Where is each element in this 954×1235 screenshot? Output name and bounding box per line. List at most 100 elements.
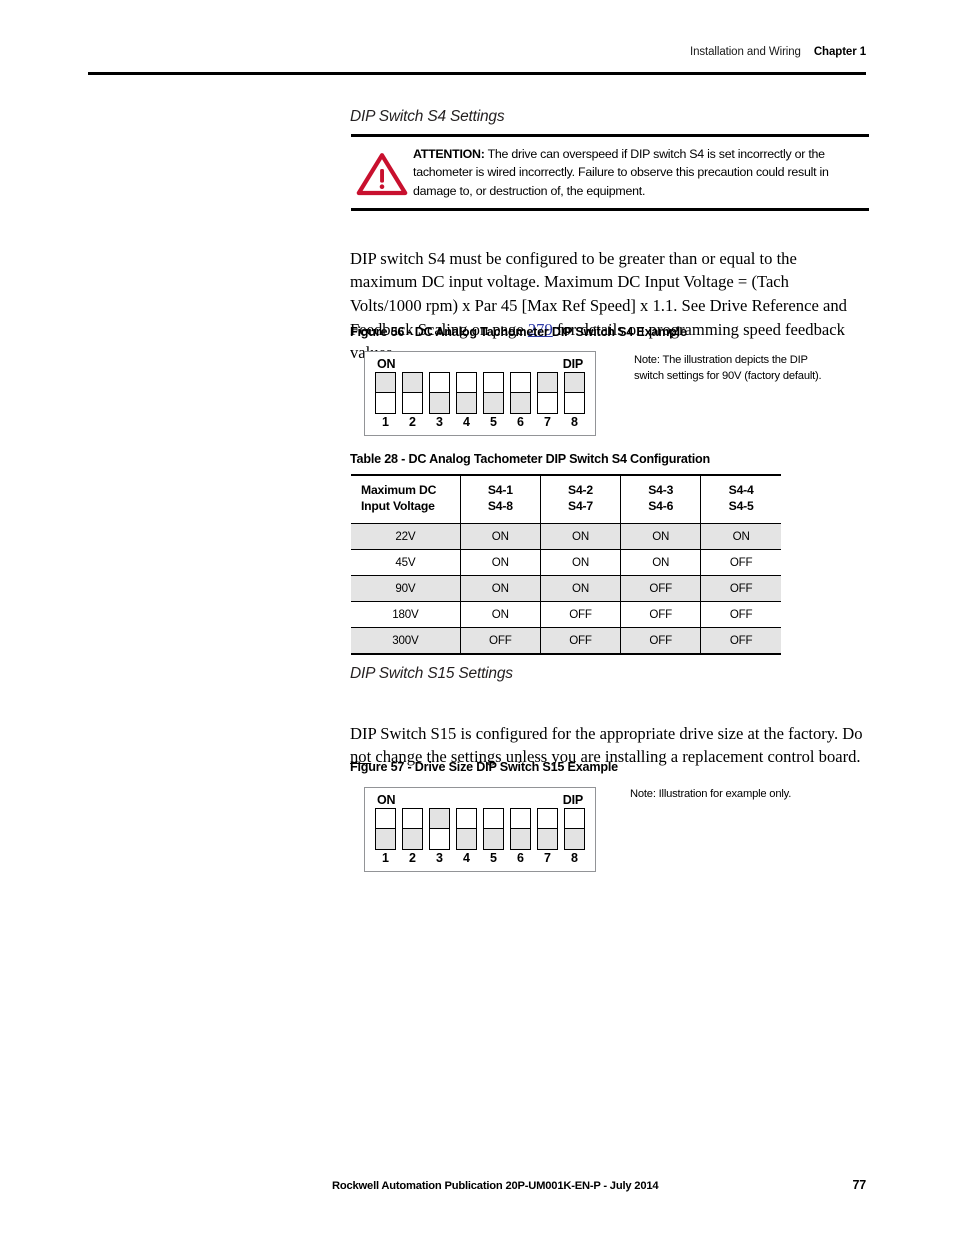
dip-switch-s4-1[interactable]: 1: [375, 372, 396, 429]
dip-switch-s15-2[interactable]: 2: [402, 808, 423, 865]
dip-switch-s15-7[interactable]: 7: [537, 808, 558, 865]
dip-switch-s15-row: 1 2 3 4 5 6 7 8: [375, 808, 585, 865]
cell-s4-2-7: ON: [539, 575, 621, 602]
document-page: Installation and Wiring Chapter 1 DIP Sw…: [0, 0, 954, 1235]
table-row: 300V OFF OFF OFF OFF: [351, 627, 781, 655]
header-line-1: S4-1: [487, 483, 513, 497]
cell-s4-3-6: ON: [620, 549, 701, 576]
header-line-2: Input Voltage: [361, 499, 435, 514]
cell-s4-3-6: OFF: [620, 601, 701, 628]
table-row: 45V ON ON ON OFF: [351, 549, 781, 576]
cell-voltage: 22V: [351, 523, 461, 550]
figure-56-dip-switch-s4: ON DIP 1 2 3 4 5 6 7 8: [364, 351, 596, 436]
dip-empty-up: [511, 809, 530, 829]
figure-57-caption: Figure 57 - Drive Size DIP Switch S15 Ex…: [350, 760, 618, 774]
dip-slot: [375, 808, 396, 850]
dip-lever-down: [484, 393, 503, 413]
footer-publication-text: Rockwell Automation Publication 20P-UM00…: [332, 1180, 659, 1192]
page-footer: Rockwell Automation Publication 20P-UM00…: [332, 1178, 866, 1192]
attention-body: ATTENTION: The drive can overspeed if DI…: [351, 137, 869, 209]
header-line-2: S4-8: [487, 499, 513, 514]
cell-s4-1-8: ON: [459, 601, 541, 628]
attention-bottom-rule: [351, 208, 869, 211]
cell-voltage: 300V: [351, 627, 461, 655]
dip-empty-up: [484, 373, 503, 393]
dip-slot: [564, 372, 585, 414]
dip-on-label: ON: [377, 357, 396, 371]
dip-switch-number: 1: [382, 851, 389, 865]
dip-slot: [402, 808, 423, 850]
dip-switch-s4-8[interactable]: 8: [564, 372, 585, 429]
dip-switch-s4-3[interactable]: 3: [429, 372, 450, 429]
dip-switch-number: 4: [463, 851, 470, 865]
cell-s4-4-5: OFF: [700, 549, 781, 576]
dip-lever-up: [403, 373, 422, 393]
dip-switch-number: 1: [382, 415, 389, 429]
cell-s4-2-7: OFF: [539, 601, 621, 628]
attention-label: ATTENTION:: [413, 146, 485, 161]
cell-s4-1-8: OFF: [459, 627, 541, 655]
cell-s4-2-7: ON: [539, 549, 621, 576]
dip-switch-s15-5[interactable]: 5: [483, 808, 504, 865]
dip-on-label: ON: [377, 793, 396, 807]
dip-switch-s15-6[interactable]: 6: [510, 808, 531, 865]
header-line-1: S4-2: [568, 483, 593, 497]
table-header-cell-s4-1-8: S4-1 S4-8: [459, 473, 541, 524]
dip-empty-down: [376, 393, 395, 413]
dip-switch-s4-labels: ON DIP: [375, 357, 585, 372]
dip-switch-s4-2[interactable]: 2: [402, 372, 423, 429]
section-heading-s4: DIP Switch S4 Settings: [350, 108, 505, 125]
dip-empty-up: [376, 809, 395, 829]
dip-slot: [429, 808, 450, 850]
cell-voltage: 180V: [351, 601, 461, 628]
dip-lever-down: [457, 393, 476, 413]
cell-s4-4-5: OFF: [700, 601, 781, 628]
dip-switch-s4-4[interactable]: 4: [456, 372, 477, 429]
attention-callout: ATTENTION: The drive can overspeed if DI…: [351, 134, 869, 211]
table-row: 22V ON ON ON ON: [351, 523, 781, 550]
dip-switch-s4-6[interactable]: 6: [510, 372, 531, 429]
cell-s4-3-6: ON: [620, 523, 701, 550]
dip-slot: [537, 372, 558, 414]
dip-switch-s15-body: ON DIP 1 2 3 4 5 6 7 8: [364, 787, 596, 872]
dip-switch-s15-labels: ON DIP: [375, 793, 585, 808]
paragraph-s4: DIP switch S4 must be configured to be g…: [350, 247, 862, 366]
attention-text: ATTENTION: The drive can overspeed if DI…: [413, 145, 869, 202]
dip-lever-up: [538, 373, 557, 393]
figure-57-dip-switch-s15: ON DIP 1 2 3 4 5 6 7 8: [364, 787, 596, 872]
warning-triangle-icon: [351, 145, 413, 196]
dip-switch-s15-4[interactable]: 4: [456, 808, 477, 865]
cell-s4-4-5: OFF: [700, 627, 781, 655]
figure-56-note: Note: The illustration depicts the DIP s…: [634, 354, 822, 382]
dip-switch-number: 8: [571, 415, 578, 429]
dip-switch-s15-8[interactable]: 8: [564, 808, 585, 865]
header-section-title: Installation and Wiring: [690, 46, 801, 58]
cell-voltage: 45V: [351, 549, 461, 576]
dip-slot: [564, 808, 585, 850]
dip-lever-down: [538, 829, 557, 849]
header-line-1: Maximum DC: [361, 483, 437, 497]
dip-switch-s4-5[interactable]: 5: [483, 372, 504, 429]
dip-lever-down: [484, 829, 503, 849]
dip-slot: [402, 372, 423, 414]
paragraph-s15-text-before: DIP Switch S15 is configured for the app…: [350, 723, 863, 743]
dip-switch-s15-3[interactable]: 3: [429, 808, 450, 865]
footer-page-number: 77: [852, 1178, 866, 1192]
dip-switch-s4-body: ON DIP 1 2 3 4 5 6 7 8: [364, 351, 596, 436]
header-divider-rule: [88, 72, 866, 75]
dip-switch-s15-1[interactable]: 1: [375, 808, 396, 865]
dip-lever-down: [565, 829, 584, 849]
page-header: Installation and Wiring Chapter 1: [88, 46, 866, 58]
dip-lever-down: [511, 829, 530, 849]
dip-switch-s4-row: 1 2 3 4 5 6 7 8: [375, 372, 585, 429]
dip-empty-down: [430, 829, 449, 849]
dip-switch-s4-7[interactable]: 7: [537, 372, 558, 429]
section-heading-s15: DIP Switch S15 Settings: [350, 665, 513, 682]
header-line-2: S4-5: [728, 499, 754, 514]
cell-s4-4-5: ON: [700, 523, 781, 550]
table-28-dip-switch-s4-configuration: Maximum DC Input Voltage S4-1 S4-8 S4-2 …: [351, 473, 781, 655]
table-row: 180V ON OFF OFF OFF: [351, 601, 781, 628]
dip-slot: [429, 372, 450, 414]
dip-lever-up: [430, 809, 449, 829]
header-line-2: S4-6: [648, 499, 674, 514]
